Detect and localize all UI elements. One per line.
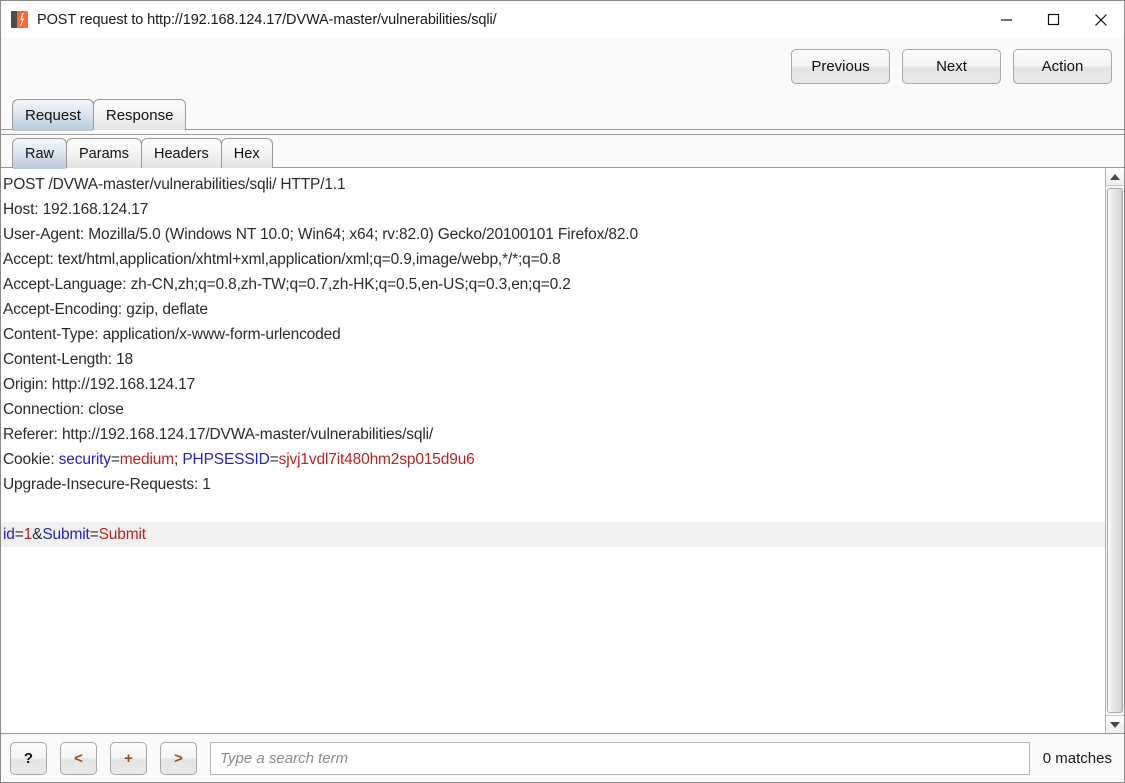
editor-token: = (110, 451, 120, 468)
window-controls (983, 1, 1124, 38)
editor-token: = (14, 526, 24, 543)
tab-params[interactable]: Params (66, 138, 142, 168)
editor-vertical-scrollbar[interactable] (1105, 168, 1124, 733)
editor-line: id=1&Submit=Submit (1, 522, 1105, 547)
editor-line: Accept-Language: zh-CN,zh;q=0.8,zh-TW;q=… (3, 276, 571, 293)
tab-response[interactable]: Response (92, 99, 187, 130)
editor-line: Cookie: security=medium; PHPSESSID=sjvj1… (1, 447, 1105, 472)
editor-token: id (3, 526, 15, 543)
editor-token: sjvj1vdl7it480hm2sp015d9u6 (278, 451, 475, 468)
editor-token: Cookie: (3, 451, 59, 468)
window-title: POST request to http://192.168.124.17/DV… (37, 11, 497, 28)
minimize-icon[interactable] (983, 1, 1030, 38)
close-icon[interactable] (1077, 1, 1124, 38)
scroll-down-icon[interactable] (1106, 715, 1124, 733)
search-placeholder: Type a search term (220, 749, 349, 767)
editor-line: Content-Type: application/x-www-form-url… (3, 326, 341, 343)
title-bar: POST request to http://192.168.124.17/DV… (1, 1, 1124, 38)
view-tabs: Raw Params Headers Hex (1, 135, 1124, 169)
editor-token: = (89, 526, 99, 543)
editor-line: Referer: http://192.168.124.17/DVWA-mast… (3, 426, 434, 443)
scrollbar-track[interactable] (1106, 186, 1124, 715)
tab-raw[interactable]: Raw (12, 138, 68, 169)
action-button[interactable]: Action (1013, 48, 1112, 84)
editor-line: Connection: close (3, 401, 124, 418)
scrollbar-thumb[interactable] (1107, 188, 1123, 713)
editor-line: Upgrade-Insecure-Requests: 1 (3, 476, 211, 493)
editor-token: PHPSESSID (182, 451, 270, 468)
editor-line: POST /DVWA-master/vulnerabilities/sqli/ … (3, 176, 346, 193)
request-editor-area: POST /DVWA-master/vulnerabilities/sqli/ … (1, 168, 1124, 734)
search-bar: ? < + > Type a search term 0 matches (1, 734, 1124, 782)
tab-hex[interactable]: Hex (220, 138, 273, 168)
scroll-up-icon[interactable] (1106, 168, 1124, 186)
editor-line: Accept-Encoding: gzip, deflate (3, 301, 208, 318)
editor-token: medium (119, 451, 175, 468)
search-input[interactable]: Type a search term (210, 741, 1030, 775)
editor-token: 1 (23, 526, 33, 543)
tab-request[interactable]: Request (12, 99, 94, 131)
editor-line: User-Agent: Mozilla/5.0 (Windows NT 10.0… (3, 226, 638, 243)
previous-button[interactable]: Previous (791, 48, 890, 84)
burp-suite-logo-icon (11, 11, 28, 28)
search-previous-button[interactable]: < (60, 741, 97, 775)
match-count-label: 0 matches (1042, 749, 1112, 767)
raw-request-editor[interactable]: POST /DVWA-master/vulnerabilities/sqli/ … (1, 168, 1105, 733)
search-add-button[interactable]: + (110, 741, 147, 775)
next-button[interactable]: Next (902, 48, 1001, 84)
editor-token: & (32, 526, 43, 543)
maximize-icon[interactable] (1030, 1, 1077, 38)
editor-token: = (269, 451, 279, 468)
editor-token: Submit (98, 526, 146, 543)
message-tabs: Request Response (1, 94, 1124, 131)
editor-token: security (58, 451, 111, 468)
editor-line: Host: 192.168.124.17 (3, 201, 149, 218)
editor-line: Accept: text/html,application/xhtml+xml,… (3, 251, 561, 268)
help-button[interactable]: ? (10, 741, 47, 775)
search-next-button[interactable]: > (160, 741, 197, 775)
editor-token: Submit (42, 526, 90, 543)
editor-line: Origin: http://192.168.124.17 (3, 376, 196, 393)
tab-headers[interactable]: Headers (140, 138, 222, 168)
action-toolbar: Previous Next Action (1, 38, 1124, 94)
editor-line: Content-Length: 18 (3, 351, 134, 368)
burp-repeater-window: POST request to http://192.168.124.17/DV… (0, 0, 1125, 783)
